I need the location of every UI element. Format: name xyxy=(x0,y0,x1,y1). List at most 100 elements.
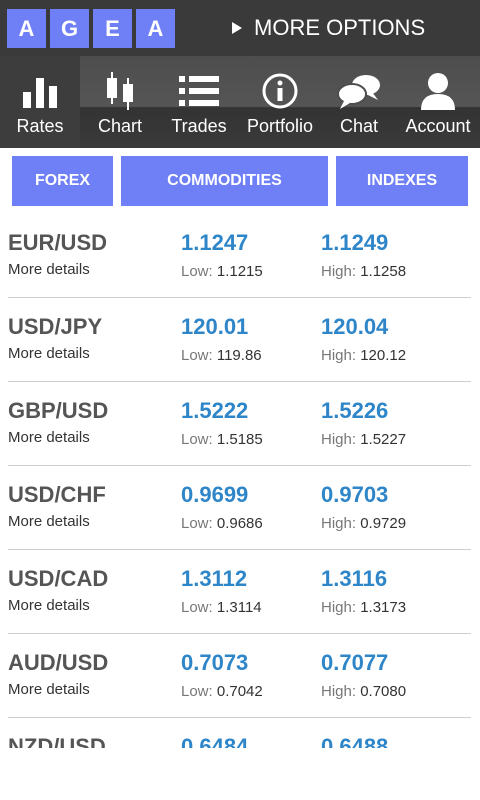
ask-price[interactable]: 1.3116 xyxy=(321,566,387,592)
rate-row[interactable]: USD/JPY More details 120.01 120.04 Low: … xyxy=(8,298,471,382)
bid-price[interactable]: 1.5222 xyxy=(181,398,248,424)
currency-pair: GBP/USD xyxy=(8,398,109,423)
list-icon xyxy=(179,72,219,110)
high-label: High: xyxy=(321,263,357,280)
nav-label: Chart xyxy=(97,116,142,136)
user-icon xyxy=(421,72,455,110)
rate-row[interactable]: AUD/USD More details 0.7073 0.7077 Low: … xyxy=(8,634,471,718)
rate-row[interactable]: USD/CAD More details 1.3112 1.3116 Low: … xyxy=(8,550,471,634)
nav-label: Portfolio xyxy=(246,116,314,136)
more-options-button[interactable]: MORE OPTIONS xyxy=(232,12,425,44)
nav-label: Rates xyxy=(16,116,64,136)
ask-price[interactable]: 0.7077 xyxy=(321,650,388,676)
currency-pair: EUR/USD xyxy=(8,230,108,255)
nav-label: Chat xyxy=(339,116,379,136)
currency-pair: USD/CAD xyxy=(8,566,109,591)
high-label: High: xyxy=(321,431,357,448)
logo-letter: E xyxy=(93,9,132,48)
low-value: Low: 0.9686 xyxy=(181,515,263,532)
nav-item-chart[interactable]: Chart xyxy=(80,56,160,148)
currency-pair: NZD/USD xyxy=(8,734,106,748)
more-details-link[interactable]: More details xyxy=(8,597,90,614)
top-bar: A G E A MORE OPTIONS xyxy=(0,0,480,56)
more-details-link[interactable]: More details xyxy=(8,681,90,698)
logo-letter: A xyxy=(136,9,175,48)
high-number: 0.7080 xyxy=(360,683,407,700)
tab-forex[interactable]: FOREX xyxy=(12,156,113,206)
bid-price[interactable]: 1.1247 xyxy=(181,230,248,256)
low-label: Low: xyxy=(181,683,213,700)
high-number: 0.9729 xyxy=(360,515,407,532)
tab-indexes[interactable]: INDEXES xyxy=(336,156,468,206)
nav-label: Account xyxy=(405,116,471,136)
main-nav: Rates Chart Trades Portfolio Chat Accoun… xyxy=(0,56,480,148)
high-value: High: 1.1258 xyxy=(321,263,406,280)
more-details-link[interactable]: More details xyxy=(8,429,90,446)
tab-commodities[interactable]: COMMODITIES xyxy=(121,156,328,206)
high-label: High: xyxy=(321,599,357,616)
rate-row[interactable]: GBP/USD More details 1.5222 1.5226 Low: … xyxy=(8,382,471,466)
nav-item-rates[interactable]: Rates xyxy=(0,56,80,148)
rate-row[interactable]: NZD/USD 0.6484 0.6488 xyxy=(8,718,471,748)
rate-row[interactable]: EUR/USD More details 1.1247 1.1249 Low: … xyxy=(8,214,471,298)
bid-price[interactable]: 0.7073 xyxy=(181,650,248,676)
more-details-link[interactable]: More details xyxy=(8,513,90,530)
nav-item-portfolio[interactable]: Portfolio xyxy=(238,56,322,148)
ask-price[interactable]: 0.6488 xyxy=(321,734,388,748)
low-value: Low: 1.1215 xyxy=(181,263,263,280)
ask-price[interactable]: 120.04 xyxy=(321,314,388,340)
currency-pair: USD/CHF xyxy=(8,482,106,507)
nav-item-trades[interactable]: Trades xyxy=(160,56,238,148)
low-value: Low: 1.3114 xyxy=(181,599,262,616)
nav-item-account[interactable]: Account xyxy=(396,56,480,148)
logo-letter: A xyxy=(7,9,46,48)
low-number: 119.86 xyxy=(216,347,262,364)
high-value: High: 120.12 xyxy=(321,347,406,364)
low-value: Low: 0.7042 xyxy=(181,683,263,700)
low-label: Low: xyxy=(181,263,213,280)
info-icon xyxy=(261,72,299,110)
more-options-label: MORE OPTIONS xyxy=(254,15,426,40)
nav-item-chat[interactable]: Chat xyxy=(322,56,396,148)
high-number: 1.5227 xyxy=(360,431,407,448)
rates-list: EUR/USD More details 1.1247 1.1249 Low: … xyxy=(0,214,480,748)
logo-letter: G xyxy=(50,9,89,48)
ask-price[interactable]: 1.1249 xyxy=(321,230,388,256)
bid-price[interactable]: 0.6484 xyxy=(181,734,248,748)
high-value: High: 1.5227 xyxy=(321,431,406,448)
low-number: 0.9686 xyxy=(216,515,263,532)
ask-price[interactable]: 1.5226 xyxy=(321,398,388,424)
low-label: Low: xyxy=(181,431,213,448)
high-value: High: 0.9729 xyxy=(321,515,406,532)
high-label: High: xyxy=(321,515,357,532)
high-number: 1.3173 xyxy=(360,599,407,616)
currency-pair: AUD/USD xyxy=(8,650,109,675)
currency-pair: USD/JPY xyxy=(8,314,103,339)
low-number: 1.3114 xyxy=(216,599,262,616)
low-value: Low: 119.86 xyxy=(181,347,262,364)
high-number: 1.1258 xyxy=(360,263,407,280)
low-label: Low: xyxy=(181,599,213,616)
ask-price[interactable]: 0.9703 xyxy=(321,482,388,508)
bid-price[interactable]: 1.3112 xyxy=(181,566,247,592)
more-details-link[interactable]: More details xyxy=(8,345,90,362)
high-number: 120.12 xyxy=(360,347,407,364)
low-number: 1.5185 xyxy=(216,431,263,448)
play-triangle-icon xyxy=(232,22,242,34)
high-label: High: xyxy=(321,683,357,700)
high-label: High: xyxy=(321,347,357,364)
low-number: 0.7042 xyxy=(216,683,263,700)
rate-row[interactable]: USD/CHF More details 0.9699 0.9703 Low: … xyxy=(8,466,471,550)
high-value: High: 0.7080 xyxy=(321,683,406,700)
bid-price[interactable]: 0.9699 xyxy=(181,482,248,508)
more-details-link[interactable]: More details xyxy=(8,261,90,278)
low-label: Low: xyxy=(181,347,213,364)
bid-price[interactable]: 120.01 xyxy=(181,314,248,340)
bar-chart-icon xyxy=(21,72,59,110)
category-tabs: FOREX COMMODITIES INDEXES xyxy=(0,148,480,210)
nav-label: Trades xyxy=(171,116,227,136)
low-label: Low: xyxy=(181,515,213,532)
brand-logo[interactable]: A G E A xyxy=(7,9,175,48)
candlestick-icon xyxy=(103,72,137,110)
high-value: High: 1.3173 xyxy=(321,599,406,616)
